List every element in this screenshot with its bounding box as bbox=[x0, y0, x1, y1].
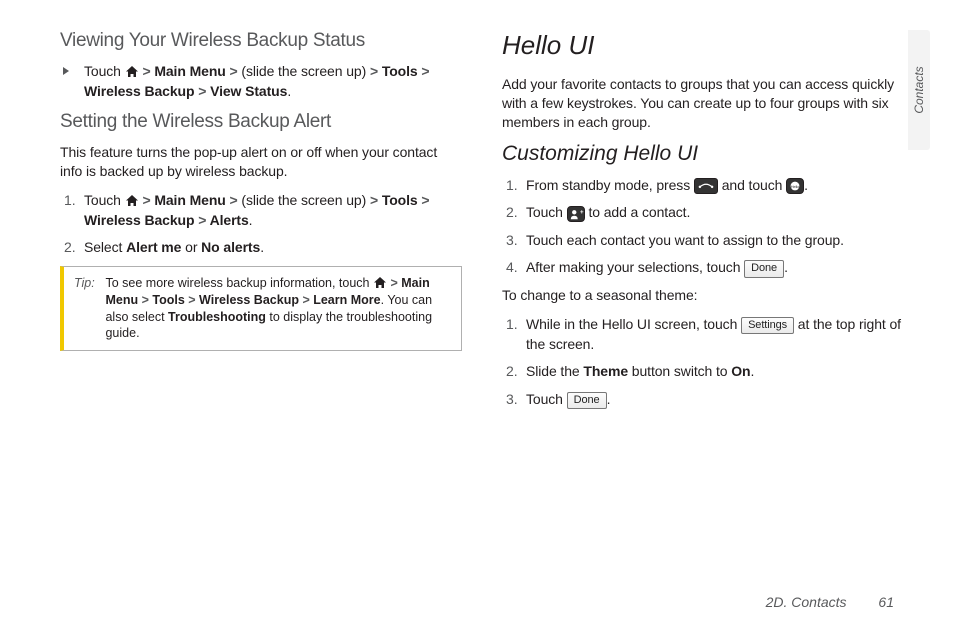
steps-theme: While in the Hello UI screen, touch Sett… bbox=[502, 315, 904, 409]
heading-setting-backup-alert: Setting the Wireless Backup Alert bbox=[60, 111, 462, 133]
svg-text:+: + bbox=[580, 209, 584, 216]
right-column: Hello UI Add your favorite contacts to g… bbox=[502, 30, 904, 417]
home-icon bbox=[125, 65, 139, 78]
add-contact-icon: + bbox=[567, 206, 585, 222]
para-seasonal-theme: To change to a seasonal theme: bbox=[502, 286, 904, 305]
custom-step-4: After making your selections, touch Done… bbox=[526, 258, 904, 278]
para-hello-ui: Add your favorite contacts to groups tha… bbox=[502, 75, 904, 132]
bullet-view-status: Touch > Main Menu > (slide the screen up… bbox=[60, 62, 462, 101]
step-1: Touch > Main Menu > (slide the screen up… bbox=[84, 191, 462, 230]
para-backup-alert: This feature turns the pop-up alert on o… bbox=[60, 143, 462, 181]
hello-icon: Hello bbox=[786, 178, 804, 194]
call-key-icon bbox=[694, 178, 718, 194]
done-button-label: Done bbox=[567, 392, 607, 409]
steps-backup-alert: Touch > Main Menu > (slide the screen up… bbox=[60, 191, 462, 258]
heading-hello-ui: Hello UI bbox=[502, 30, 904, 61]
step-2: Select Alert me or No alerts. bbox=[84, 238, 462, 258]
page-footer: 2D. Contacts 61 bbox=[766, 594, 894, 610]
footer-page-number: 61 bbox=[878, 594, 894, 610]
home-icon bbox=[125, 194, 139, 207]
footer-section: 2D. Contacts bbox=[766, 594, 847, 610]
custom-step-3: Touch each contact you want to assign to… bbox=[526, 231, 904, 251]
tip-box: Tip: To see more wireless backup informa… bbox=[60, 266, 462, 352]
settings-button-label: Settings bbox=[741, 317, 794, 334]
steps-customizing: From standby mode, press and touch Hello… bbox=[502, 176, 904, 278]
theme-step-2: Slide the Theme button switch to On. bbox=[526, 362, 904, 382]
home-icon bbox=[373, 276, 387, 289]
left-column: Viewing Your Wireless Backup Status Touc… bbox=[60, 30, 462, 417]
done-button-label: Done bbox=[744, 260, 784, 277]
svg-text:Hello: Hello bbox=[791, 184, 800, 189]
tip-body: To see more wireless backup information,… bbox=[105, 275, 450, 343]
heading-viewing-backup-status: Viewing Your Wireless Backup Status bbox=[60, 30, 462, 52]
custom-step-1: From standby mode, press and touch Hello… bbox=[526, 176, 904, 196]
heading-customizing-hello-ui: Customizing Hello UI bbox=[502, 142, 904, 166]
side-tab-label: Contacts bbox=[912, 66, 926, 113]
tip-label: Tip: bbox=[74, 275, 102, 292]
theme-step-3: Touch Done. bbox=[526, 390, 904, 410]
theme-step-1: While in the Hello UI screen, touch Sett… bbox=[526, 315, 904, 354]
custom-step-2: Touch + to add a contact. bbox=[526, 203, 904, 223]
side-tab-contacts: Contacts bbox=[908, 30, 930, 150]
